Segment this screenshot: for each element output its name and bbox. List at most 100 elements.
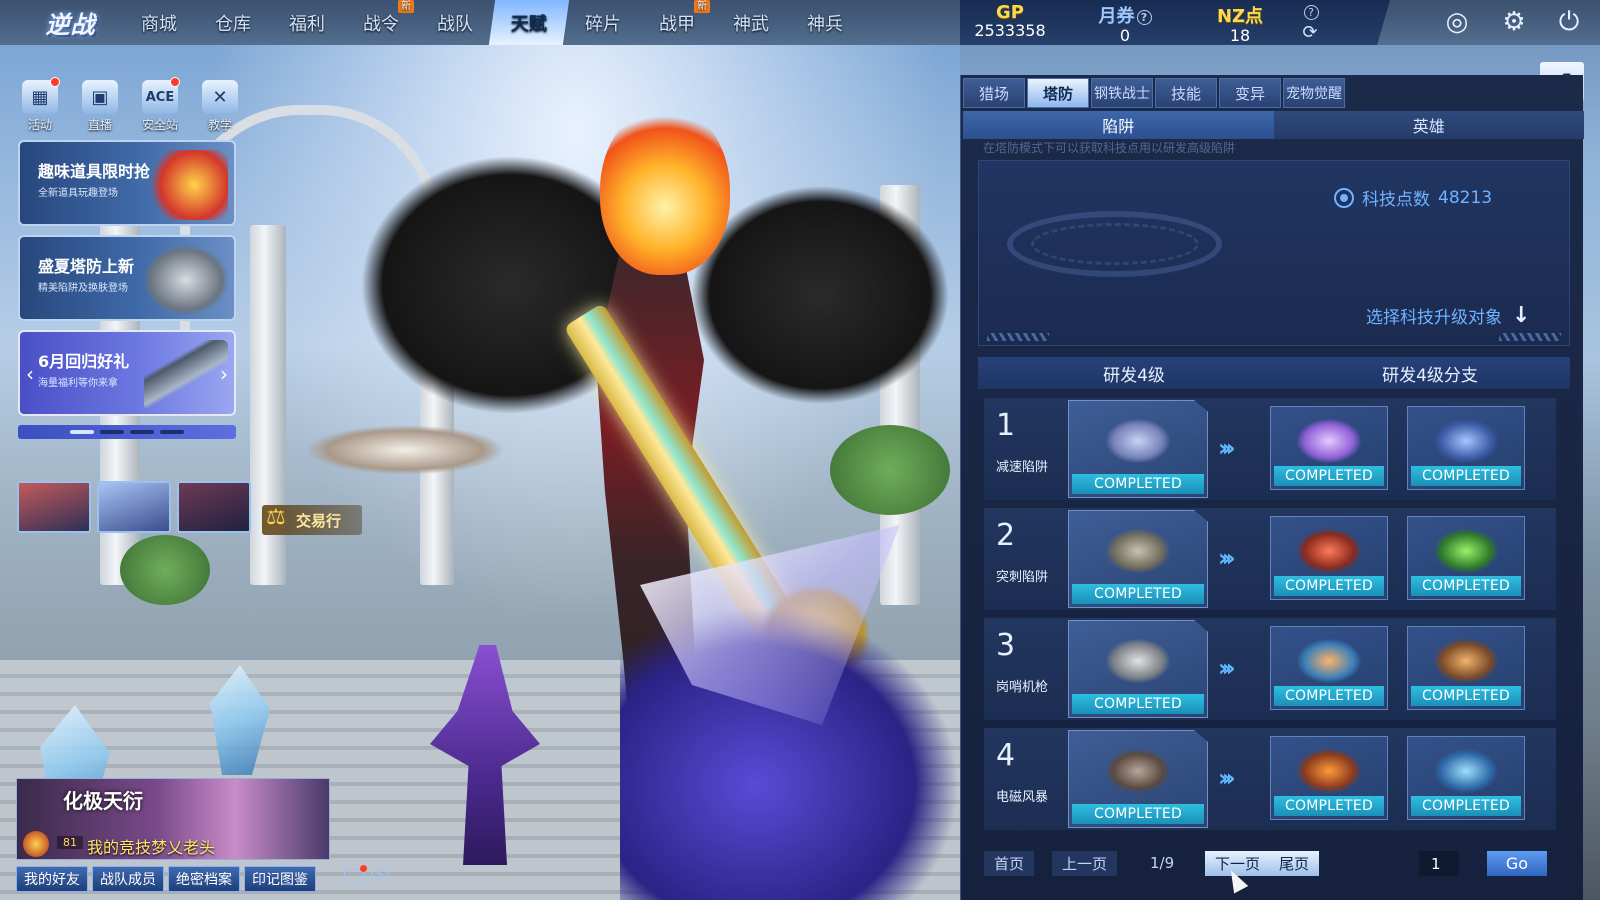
research-row: 3 岗哨机枪 COMPLETED ››› COMPLETED COMPLETED	[984, 618, 1556, 720]
power-icon[interactable]: ⏻	[1552, 5, 1586, 39]
branch-card[interactable]: COMPLETED	[1270, 516, 1388, 600]
refresh-icon[interactable]: ⟳	[1270, 22, 1350, 43]
branch-card[interactable]: COMPLETED	[1270, 626, 1388, 710]
nav-item-team[interactable]: 战队	[418, 0, 492, 45]
scale-icon: ⚖	[266, 505, 286, 530]
tab-hunting[interactable]: 猎场	[963, 78, 1025, 108]
mail-button[interactable]: (5)	[344, 865, 390, 884]
help-icon[interactable]: ?	[1303, 5, 1319, 20]
nav-item-shop[interactable]: 商城	[122, 0, 196, 45]
trap-machine-art	[144, 245, 228, 315]
tab-heroes[interactable]: 英雄	[1273, 111, 1584, 139]
trap-card[interactable]: COMPLETED	[1068, 400, 1208, 498]
slow-trap-icon	[1106, 419, 1170, 464]
radar-icon[interactable]: ◎	[1440, 5, 1474, 39]
sentry-gun-branch-icon	[1297, 639, 1361, 684]
side-icon-security[interactable]: ACE 安全站	[138, 77, 182, 133]
tab-iron-warrior[interactable]: 钢铁战士	[1091, 78, 1153, 108]
secret-archive-button[interactable]: 绝密档案	[168, 866, 240, 892]
side-icon-events[interactable]: ▦ 活动	[18, 77, 62, 133]
completed-label: COMPLETED	[1072, 804, 1204, 824]
branch-card[interactable]: COMPLETED	[1407, 626, 1525, 710]
nav-item-welfare[interactable]: 福利	[270, 0, 344, 45]
first-page-button[interactable]: 首页	[984, 851, 1035, 876]
nav-item-label: 战甲	[659, 13, 695, 35]
trap-card[interactable]: COMPLETED	[1068, 730, 1208, 828]
new-badge: 新	[694, 0, 710, 13]
nav-item-label: 神兵	[807, 13, 843, 35]
nav-item-label: 天赋	[511, 13, 547, 35]
nav-item-fragments[interactable]: 碎片	[566, 0, 640, 45]
row-number: 3	[996, 628, 1016, 663]
spike-trap-icon	[1106, 529, 1170, 574]
row-number: 2	[996, 518, 1016, 553]
carousel-dot[interactable]	[160, 430, 184, 434]
mail-icon	[344, 865, 367, 883]
tab-skills[interactable]: 技能	[1155, 78, 1217, 108]
branch-card[interactable]: COMPLETED	[1270, 736, 1388, 820]
nav-item-divine-weapon[interactable]: 神武	[714, 0, 788, 45]
last-page-button[interactable]: 尾页	[1269, 851, 1320, 876]
rifle-art	[144, 340, 228, 410]
em-storm-icon	[1106, 749, 1170, 794]
promo-card-return-gift[interactable]: ‹ 6月回归好礼 海量福利等你来拿 ›	[18, 330, 236, 416]
friends-button[interactable]: 我的好友	[16, 866, 88, 892]
ticket-currency: 月券? 0	[1075, 2, 1175, 45]
completed-label: COMPLETED	[1411, 576, 1521, 596]
research-list: 1 减速陷阱 COMPLETED ››› COMPLETED COMPLETED…	[984, 398, 1556, 838]
tab-mutation[interactable]: 变异	[1219, 78, 1281, 108]
avatar[interactable]	[17, 481, 91, 533]
branch-card[interactable]: COMPLETED	[1407, 516, 1525, 600]
nav-item-battle-pass[interactable]: 战令新	[344, 0, 418, 45]
tab-tower-defense[interactable]: 塔防	[1027, 78, 1089, 108]
tab-traps[interactable]: 陷阱	[963, 111, 1274, 139]
tab-pet-awakening[interactable]: 宠物觉醒	[1283, 78, 1345, 108]
player-level: 81	[57, 836, 83, 849]
page-number-input[interactable]	[1419, 851, 1459, 876]
nav-item-label: 仓库	[215, 13, 251, 35]
ticket-value: 0	[1119, 26, 1131, 45]
nav-item-label: 商城	[141, 13, 177, 35]
notification-dot	[360, 865, 367, 872]
team-members-button[interactable]: 战队成员	[92, 866, 164, 892]
sentry-gun-branch-icon	[1434, 639, 1498, 684]
player-banner[interactable]: 化极天衍 81 我的竞技梦乂老头	[16, 778, 330, 860]
new-badge: 新	[398, 0, 414, 13]
completed-label: COMPLETED	[1274, 796, 1384, 816]
research-branch-header: 研发4级分支	[1382, 365, 1478, 386]
gp-value: 2533358	[974, 21, 1046, 40]
mark-gallery-button[interactable]: 印记图鉴	[244, 866, 316, 892]
trap-card[interactable]: COMPLETED	[1068, 510, 1208, 608]
nav-item-talent[interactable]: 天赋	[488, 0, 570, 45]
avatar[interactable]	[97, 481, 171, 533]
carousel-dot[interactable]	[70, 430, 94, 434]
trade-button[interactable]: ⚖ 交易行	[262, 505, 362, 535]
help-icon[interactable]: ?	[1136, 9, 1152, 25]
branch-card[interactable]: COMPLETED	[1270, 406, 1388, 490]
chevron-right-icon[interactable]: ›	[220, 362, 228, 386]
avatar[interactable]	[177, 481, 251, 533]
chevron-left-icon[interactable]: ‹	[26, 362, 34, 386]
side-icon-tutorial[interactable]: ✕ 教学	[198, 80, 242, 133]
go-button[interactable]: Go	[1487, 851, 1547, 876]
gear-icon[interactable]: ⚙	[1497, 5, 1531, 39]
side-icon-live[interactable]: ▣ 直播	[78, 80, 122, 133]
carousel-dot[interactable]	[130, 430, 154, 434]
promo-card-tower-defense[interactable]: 盛夏塔防上新 精美陷阱及换肤登场	[18, 235, 236, 321]
team-avatars	[17, 481, 251, 533]
nav-item-label: 福利	[289, 13, 325, 35]
prev-page-button[interactable]: 上一页	[1052, 851, 1118, 876]
trap-card[interactable]: COMPLETED	[1068, 620, 1208, 718]
tv-icon: ▣	[82, 80, 118, 114]
nav-item-armor[interactable]: 战甲新	[640, 0, 714, 45]
quick-access-icons: ▦ 活动 ▣ 直播 ACE 安全站 ✕ 教学	[18, 77, 242, 133]
sentry-gun-icon	[1106, 639, 1170, 684]
nav-item-god-weapon[interactable]: 神兵	[788, 0, 862, 45]
carousel-dot[interactable]	[100, 430, 124, 434]
research-row: 1 减速陷阱 COMPLETED ››› COMPLETED COMPLETED	[984, 398, 1556, 500]
trade-label: 交易行	[296, 511, 342, 530]
promo-card-props[interactable]: 趣味道具限时抢 全新道具玩趣登场	[18, 140, 236, 226]
nav-item-warehouse[interactable]: 仓库	[196, 0, 270, 45]
branch-card[interactable]: COMPLETED	[1407, 736, 1525, 820]
branch-card[interactable]: COMPLETED	[1407, 406, 1525, 490]
